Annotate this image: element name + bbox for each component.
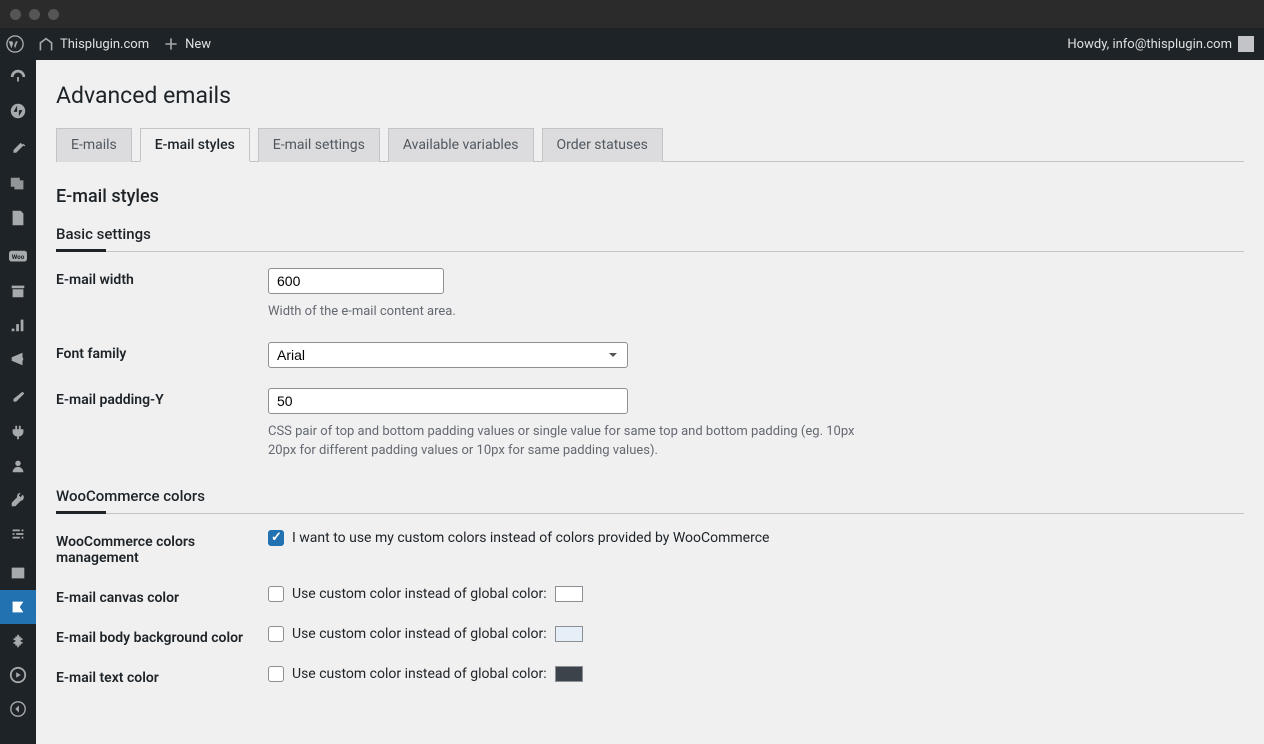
svg-text:Woo: Woo [12, 253, 25, 261]
body-color-label: E-mail body background color [56, 626, 268, 646]
sidebar-posts[interactable] [0, 133, 36, 167]
woo-colors-heading: WooCommerce colors [56, 487, 1244, 514]
sidebar-products[interactable] [0, 274, 36, 308]
email-width-input[interactable] [268, 268, 444, 294]
sidebar-generic1[interactable] [0, 556, 36, 590]
window-titlebar [0, 0, 1264, 28]
padding-y-label: E-mail padding-Y [56, 388, 268, 408]
sidebar-pages[interactable] [0, 201, 36, 235]
sidebar-settings[interactable] [0, 517, 36, 551]
email-width-desc: Width of the e-mail content area. [268, 302, 868, 322]
tab-order-statuses[interactable]: Order statuses [542, 128, 663, 162]
site-link[interactable]: Thisplugin.com [38, 36, 149, 52]
font-family-select[interactable]: Arial [268, 342, 628, 368]
text-color-label: E-mail text color [56, 666, 268, 686]
body-color-text: Use custom color instead of global color… [292, 626, 547, 642]
new-label: New [185, 37, 211, 52]
admin-sidebar: Woo [0, 60, 36, 744]
sidebar-analytics[interactable] [0, 308, 36, 342]
sidebar-plugins[interactable] [0, 415, 36, 449]
tab-emails[interactable]: E-mails [56, 128, 132, 162]
sidebar-woocommerce[interactable]: Woo [0, 240, 36, 274]
sidebar-generic3[interactable] [0, 658, 36, 692]
new-link[interactable]: New [163, 36, 211, 52]
basic-settings-heading: Basic settings [56, 225, 1244, 252]
text-color-swatch[interactable] [555, 666, 583, 682]
page-title: Advanced emails [56, 82, 1244, 109]
wp-logo[interactable] [6, 35, 24, 53]
body-color-swatch[interactable] [555, 626, 583, 642]
sidebar-dashboard[interactable] [0, 60, 36, 94]
sidebar-media[interactable] [0, 167, 36, 201]
text-color-checkbox[interactable] [268, 666, 284, 682]
avatar [1238, 36, 1254, 52]
woo-mgmt-checkbox[interactable] [268, 530, 284, 546]
body-color-checkbox[interactable] [268, 626, 284, 642]
section-title: E-mail styles [56, 186, 1244, 207]
sidebar-collapse[interactable] [0, 692, 36, 726]
email-width-label: E-mail width [56, 268, 268, 288]
sidebar-tools[interactable] [0, 483, 36, 517]
canvas-color-text: Use custom color instead of global color… [292, 586, 547, 602]
text-color-text: Use custom color instead of global color… [292, 666, 547, 682]
tab-email-styles[interactable]: E-mail styles [140, 128, 250, 162]
woo-mgmt-label: WooCommerce colors management [56, 530, 268, 566]
tab-email-settings[interactable]: E-mail settings [258, 128, 380, 162]
sidebar-thisplugin[interactable] [0, 590, 36, 624]
traffic-light-min[interactable] [29, 9, 40, 20]
howdy-text: Howdy, info@thisplugin.com [1067, 37, 1232, 52]
traffic-light-max[interactable] [48, 9, 59, 20]
canvas-color-checkbox[interactable] [268, 586, 284, 602]
account-link[interactable]: Howdy, info@thisplugin.com [1067, 36, 1254, 52]
sidebar-appearance[interactable] [0, 381, 36, 415]
padding-y-desc: CSS pair of top and bottom padding value… [268, 422, 868, 461]
content-area: Advanced emails E-mails E-mail styles E-… [36, 60, 1264, 744]
sidebar-generic2[interactable] [0, 624, 36, 658]
canvas-color-swatch[interactable] [555, 586, 583, 602]
site-name: Thisplugin.com [60, 37, 149, 52]
tabs: E-mails E-mail styles E-mail settings Av… [56, 127, 1244, 162]
admin-bar: Thisplugin.com New Howdy, info@thisplugi… [0, 28, 1264, 60]
sidebar-marketing[interactable] [0, 342, 36, 376]
padding-y-input[interactable] [268, 388, 628, 414]
traffic-light-close[interactable] [10, 9, 21, 20]
canvas-color-label: E-mail canvas color [56, 586, 268, 606]
woo-mgmt-text: I want to use my custom colors instead o… [292, 530, 769, 546]
font-family-label: Font family [56, 342, 268, 362]
sidebar-jetpack[interactable] [0, 94, 36, 128]
tab-available-variables[interactable]: Available variables [388, 128, 534, 162]
sidebar-users[interactable] [0, 449, 36, 483]
